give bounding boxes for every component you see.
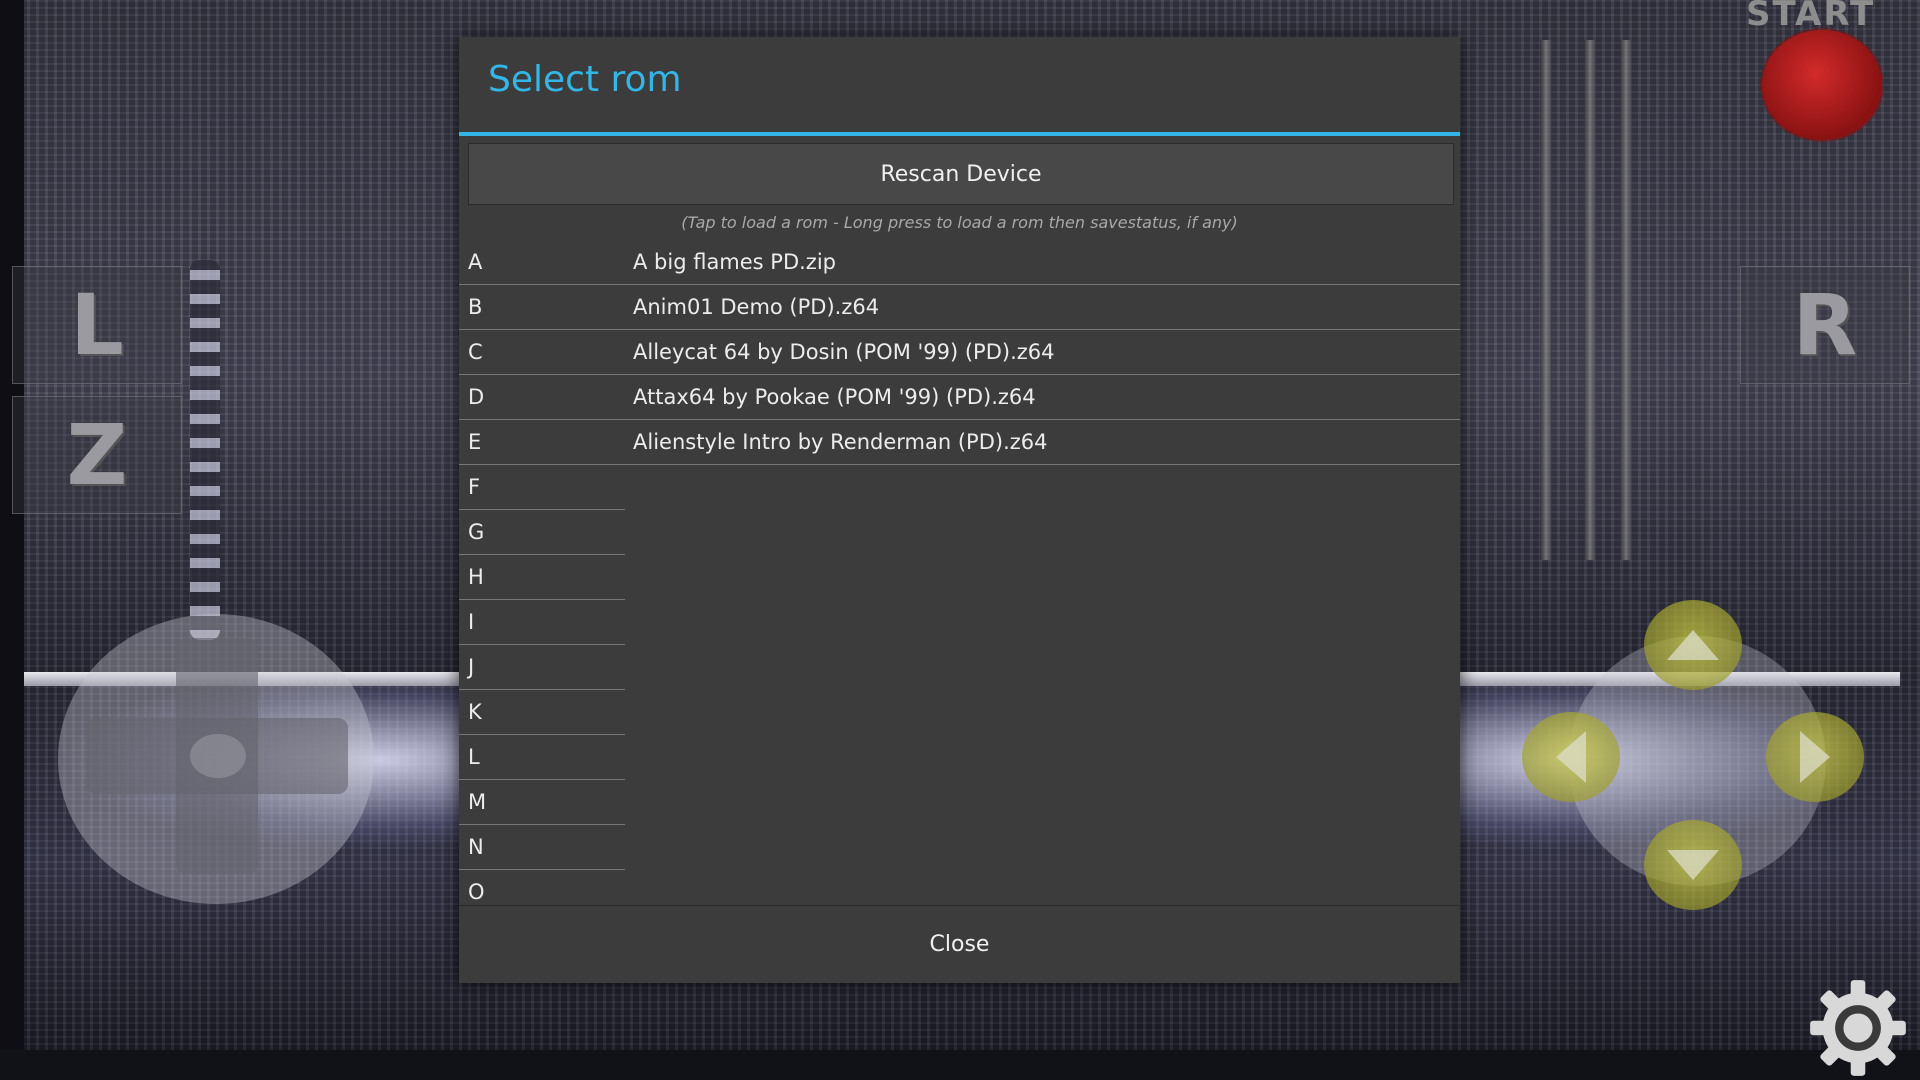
bg-pillar bbox=[1540, 40, 1552, 560]
bg-edge bbox=[0, 1050, 1920, 1080]
close-button[interactable]: Close bbox=[459, 906, 1460, 983]
dialog-title: Select rom bbox=[488, 59, 682, 100]
letter-index-item[interactable]: K bbox=[459, 690, 625, 735]
l-button-label: L bbox=[70, 276, 124, 374]
c-left-button[interactable] bbox=[1522, 712, 1620, 802]
letter-index-item[interactable]: H bbox=[459, 555, 625, 600]
rom-list-item[interactable]: Alleycat 64 by Dosin (POM '99) (PD).z64 bbox=[625, 330, 1460, 375]
letter-index-item[interactable]: B bbox=[459, 285, 625, 330]
start-button[interactable] bbox=[1762, 30, 1882, 140]
bg-pillar bbox=[1584, 40, 1596, 560]
bg-pillar bbox=[1620, 40, 1632, 560]
letter-index-item[interactable]: M bbox=[459, 780, 625, 825]
letter-index-item[interactable]: F bbox=[459, 465, 625, 510]
letter-index-item[interactable]: I bbox=[459, 600, 625, 645]
l-button[interactable]: L bbox=[12, 266, 182, 384]
z-button[interactable]: Z bbox=[12, 396, 182, 514]
letter-index-item[interactable]: L bbox=[459, 735, 625, 780]
c-right-button[interactable] bbox=[1766, 712, 1864, 802]
letter-index-item[interactable]: E bbox=[459, 420, 625, 465]
triangle-up-icon bbox=[1667, 630, 1719, 660]
triangle-right-icon bbox=[1800, 731, 1830, 783]
letter-index-item[interactable]: G bbox=[459, 510, 625, 555]
letter-index-item[interactable]: J bbox=[459, 645, 625, 690]
select-rom-dialog: Select rom Rescan Device (Tap to load a … bbox=[459, 37, 1460, 983]
rom-list: A big flames PD.zip Anim01 Demo (PD).z64… bbox=[625, 240, 1460, 465]
bg-tubes bbox=[190, 260, 220, 640]
triangle-down-icon bbox=[1667, 850, 1719, 880]
settings-gear-icon[interactable] bbox=[1806, 976, 1910, 1080]
start-label: START bbox=[1746, 0, 1876, 34]
letter-index-list: A B C D E F G H I J K L M N O bbox=[459, 240, 625, 914]
r-button-label: R bbox=[1792, 276, 1858, 374]
letter-index-item[interactable]: A bbox=[459, 240, 625, 285]
c-down-button[interactable] bbox=[1644, 820, 1742, 910]
title-divider bbox=[459, 132, 1460, 136]
r-button[interactable]: R bbox=[1740, 266, 1910, 384]
rom-list-item[interactable]: Anim01 Demo (PD).z64 bbox=[625, 285, 1460, 330]
letter-index-item[interactable]: D bbox=[459, 375, 625, 420]
rescan-device-button[interactable]: Rescan Device bbox=[468, 143, 1454, 205]
rom-list-item[interactable]: Alienstyle Intro by Renderman (PD).z64 bbox=[625, 420, 1460, 465]
rom-list-item[interactable]: Attax64 by Pookae (POM '99) (PD).z64 bbox=[625, 375, 1460, 420]
letter-index-item[interactable]: N bbox=[459, 825, 625, 870]
triangle-left-icon bbox=[1556, 731, 1586, 783]
instruction-hint: (Tap to load a rom - Long press to load … bbox=[681, 213, 1238, 232]
letter-index-item[interactable]: C bbox=[459, 330, 625, 375]
z-button-label: Z bbox=[66, 406, 128, 504]
bg-edge bbox=[0, 0, 24, 1080]
rom-list-item[interactable]: A big flames PD.zip bbox=[625, 240, 1460, 285]
c-up-button[interactable] bbox=[1644, 600, 1742, 690]
dpad-center bbox=[190, 734, 246, 778]
